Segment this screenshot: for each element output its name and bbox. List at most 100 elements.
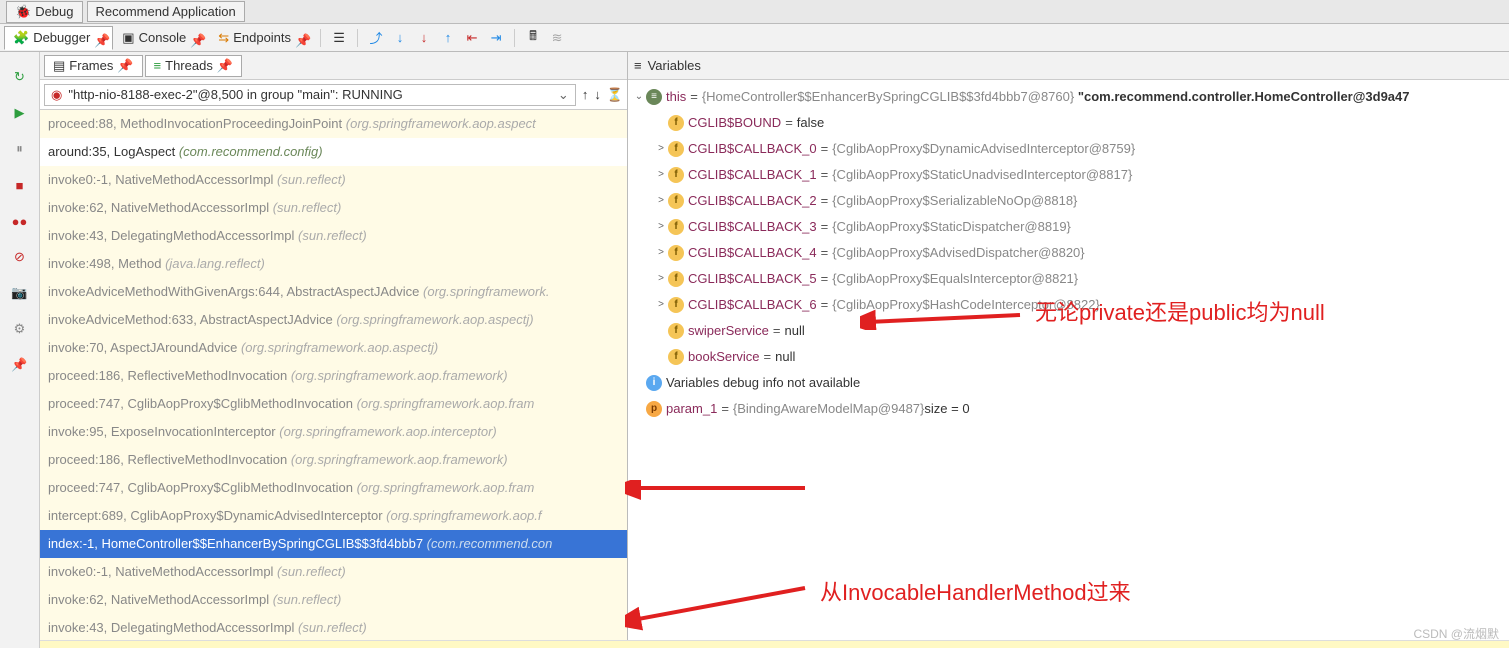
status-strip	[40, 640, 1509, 648]
twistie-icon[interactable]: >	[654, 243, 668, 263]
field-row[interactable]: fbookService = null	[628, 344, 1509, 370]
step-over-icon[interactable]: ⤴	[368, 30, 384, 46]
pin-button[interactable]: 📌	[11, 356, 29, 374]
tab-debugger[interactable]: 🧩Debugger📌	[4, 26, 113, 50]
field-row[interactable]: fCGLIB$BOUND = false	[628, 110, 1509, 136]
frames-icon: ▤	[53, 58, 65, 74]
run-to-cursor-icon[interactable]: ⇥	[488, 30, 504, 46]
object-icon: ≡	[646, 89, 662, 105]
stack-frame[interactable]: invoke:498, Method (java.lang.reflect)	[40, 250, 627, 278]
separator	[514, 29, 515, 47]
field-row[interactable]: >fCGLIB$CALLBACK_4 = {CglibAopProxy$Advi…	[628, 240, 1509, 266]
pin-icon: 📌	[217, 58, 233, 74]
stack-frame[interactable]: proceed:747, CglibAopProxy$CglibMethodIn…	[40, 390, 627, 418]
filter-button[interactable]: ⏳	[607, 87, 623, 103]
var-this[interactable]: ⌄ ≡ this = {HomeController$$EnhancerBySp…	[628, 84, 1509, 110]
stack-frame[interactable]: invoke0:-1, NativeMethodAccessorImpl (su…	[40, 166, 627, 194]
twistie-icon[interactable]: ⌄	[632, 87, 646, 107]
stack-frame[interactable]: invoke:70, AspectJAroundAdvice (org.spri…	[40, 334, 627, 362]
tab-threads[interactable]: ≡Threads📌	[145, 55, 242, 77]
tab-app[interactable]: Recommend Application	[87, 1, 245, 22]
stack-frame[interactable]: invoke:62, NativeMethodAccessorImpl (sun…	[40, 194, 627, 222]
twistie-icon[interactable]: >	[654, 295, 668, 315]
tab-frames[interactable]: ▤Frames📌	[44, 55, 143, 77]
next-frame-button[interactable]: ↓	[594, 87, 601, 102]
stack-frame[interactable]: proceed:186, ReflectiveMethodInvocation …	[40, 362, 627, 390]
chevron-down-icon: ⌄	[558, 87, 569, 103]
stack-frame[interactable]: invokeAdviceMethod:633, AbstractAspectJA…	[40, 306, 627, 334]
debug-icon: 🐞	[15, 4, 31, 20]
field-row[interactable]: >fCGLIB$CALLBACK_0 = {CglibAopProxy$Dyna…	[628, 136, 1509, 162]
field-icon: f	[668, 141, 684, 157]
field-row[interactable]: >fCGLIB$CALLBACK_6 = {CglibAopProxy$Hash…	[628, 292, 1509, 318]
thread-select[interactable]: ◉ "http-nio-8188-exec-2"@8,500 in group …	[44, 84, 576, 106]
field-icon: f	[668, 271, 684, 287]
drop-frame-icon[interactable]: ⇤	[464, 30, 480, 46]
view-breakpoints-button[interactable]: ●●	[11, 212, 29, 230]
variables-title: Variables	[648, 58, 701, 73]
get-thread-dump-button[interactable]: 📷	[11, 284, 29, 302]
step-list-icon[interactable]: ☰	[331, 30, 347, 46]
resume-button[interactable]: ▶	[11, 104, 29, 122]
stack-frame[interactable]: intercept:689, CglibAopProxy$DynamicAdvi…	[40, 502, 627, 530]
stop-button[interactable]: ■	[11, 176, 29, 194]
field-row[interactable]: >fCGLIB$CALLBACK_3 = {CglibAopProxy$Stat…	[628, 214, 1509, 240]
endpoints-icon: ⇆	[218, 30, 229, 46]
field-icon: f	[668, 115, 684, 131]
field-icon: f	[668, 167, 684, 183]
field-row[interactable]: >fCGLIB$CALLBACK_1 = {CglibAopProxy$Stat…	[628, 162, 1509, 188]
tab-console[interactable]: ▣Console📌	[113, 26, 209, 50]
settings-button[interactable]: ⚙	[11, 320, 29, 338]
field-row[interactable]: >fCGLIB$CALLBACK_2 = {CglibAopProxy$Seri…	[628, 188, 1509, 214]
variables-panel: ≡ Variables ⌄ ≡ this = {HomeController$$…	[628, 52, 1509, 648]
var-param[interactable]: p param_1 = {BindingAwareModelMap@9487} …	[628, 396, 1509, 422]
field-icon: f	[668, 349, 684, 365]
mute-breakpoints-button[interactable]: ⊘	[11, 248, 29, 266]
breakpoint-icon: ◉	[51, 87, 62, 103]
stack-frame[interactable]: invokeAdviceMethodWithGivenArgs:644, Abs…	[40, 278, 627, 306]
tab-debug[interactable]: 🐞Debug	[6, 1, 83, 23]
field-row[interactable]: fswiperService = null	[628, 318, 1509, 344]
stack-frame[interactable]: invoke:43, DelegatingMethodAccessorImpl …	[40, 614, 627, 642]
field-icon: f	[668, 323, 684, 339]
twistie-icon[interactable]: >	[654, 217, 668, 237]
editor-tabs: 🐞Debug Recommend Application	[0, 0, 1509, 24]
twistie-icon[interactable]: >	[654, 269, 668, 289]
stack-frame[interactable]: proceed:88, MethodInvocationProceedingJo…	[40, 110, 627, 138]
force-step-into-icon[interactable]: ↓	[416, 30, 432, 46]
stack-frame[interactable]: invoke:95, ExposeInvocationInterceptor (…	[40, 418, 627, 446]
prev-frame-button[interactable]: ↑	[582, 87, 589, 102]
console-icon: ▣	[122, 30, 134, 46]
stack-frame[interactable]: invoke:43, DelegatingMethodAccessorImpl …	[40, 222, 627, 250]
step-into-icon[interactable]: ↓	[392, 30, 408, 46]
pin-icon: 📌	[190, 33, 200, 43]
stack-frame[interactable]: around:35, LogAspect (com.recommend.conf…	[40, 138, 627, 166]
frames-tabs: ▤Frames📌 ≡Threads📌	[40, 52, 627, 80]
stack-frame[interactable]: invoke:62, NativeMethodAccessorImpl (sun…	[40, 586, 627, 614]
twistie-icon[interactable]: >	[654, 165, 668, 185]
rerun-button[interactable]: ↻	[11, 68, 29, 86]
param-icon: p	[646, 401, 662, 417]
info-icon: i	[646, 375, 662, 391]
field-icon: f	[668, 219, 684, 235]
field-icon: f	[668, 193, 684, 209]
pin-icon: 📌	[94, 33, 104, 43]
stack-frame[interactable]: proceed:186, ReflectiveMethodInvocation …	[40, 446, 627, 474]
separator	[320, 29, 321, 47]
evaluate-icon[interactable]: 🖩	[525, 30, 541, 46]
stack-frame[interactable]: index:-1, HomeController$$EnhancerBySpri…	[40, 530, 627, 558]
stack-frame[interactable]: proceed:747, CglibAopProxy$CglibMethodIn…	[40, 474, 627, 502]
trace-icon[interactable]: ≋	[549, 30, 565, 46]
twistie-icon[interactable]: >	[654, 191, 668, 211]
field-icon: f	[668, 245, 684, 261]
pause-button[interactable]: ⏸	[11, 140, 29, 158]
tab-endpoints[interactable]: ⇆Endpoints📌	[209, 26, 314, 50]
step-out-icon[interactable]: ↑	[440, 30, 456, 46]
stack-frame[interactable]: invoke0:-1, NativeMethodAccessorImpl (su…	[40, 558, 627, 586]
twistie-icon[interactable]: >	[654, 139, 668, 159]
frame-list[interactable]: proceed:88, MethodInvocationProceedingJo…	[40, 110, 627, 648]
variables-tree[interactable]: ⌄ ≡ this = {HomeController$$EnhancerBySp…	[628, 80, 1509, 648]
debug-left-rail: ↻ ▶ ⏸ ■ ●● ⊘ 📷 ⚙ 📌	[0, 52, 40, 648]
var-info: i Variables debug info not available	[628, 370, 1509, 396]
field-row[interactable]: >fCGLIB$CALLBACK_5 = {CglibAopProxy$Equa…	[628, 266, 1509, 292]
